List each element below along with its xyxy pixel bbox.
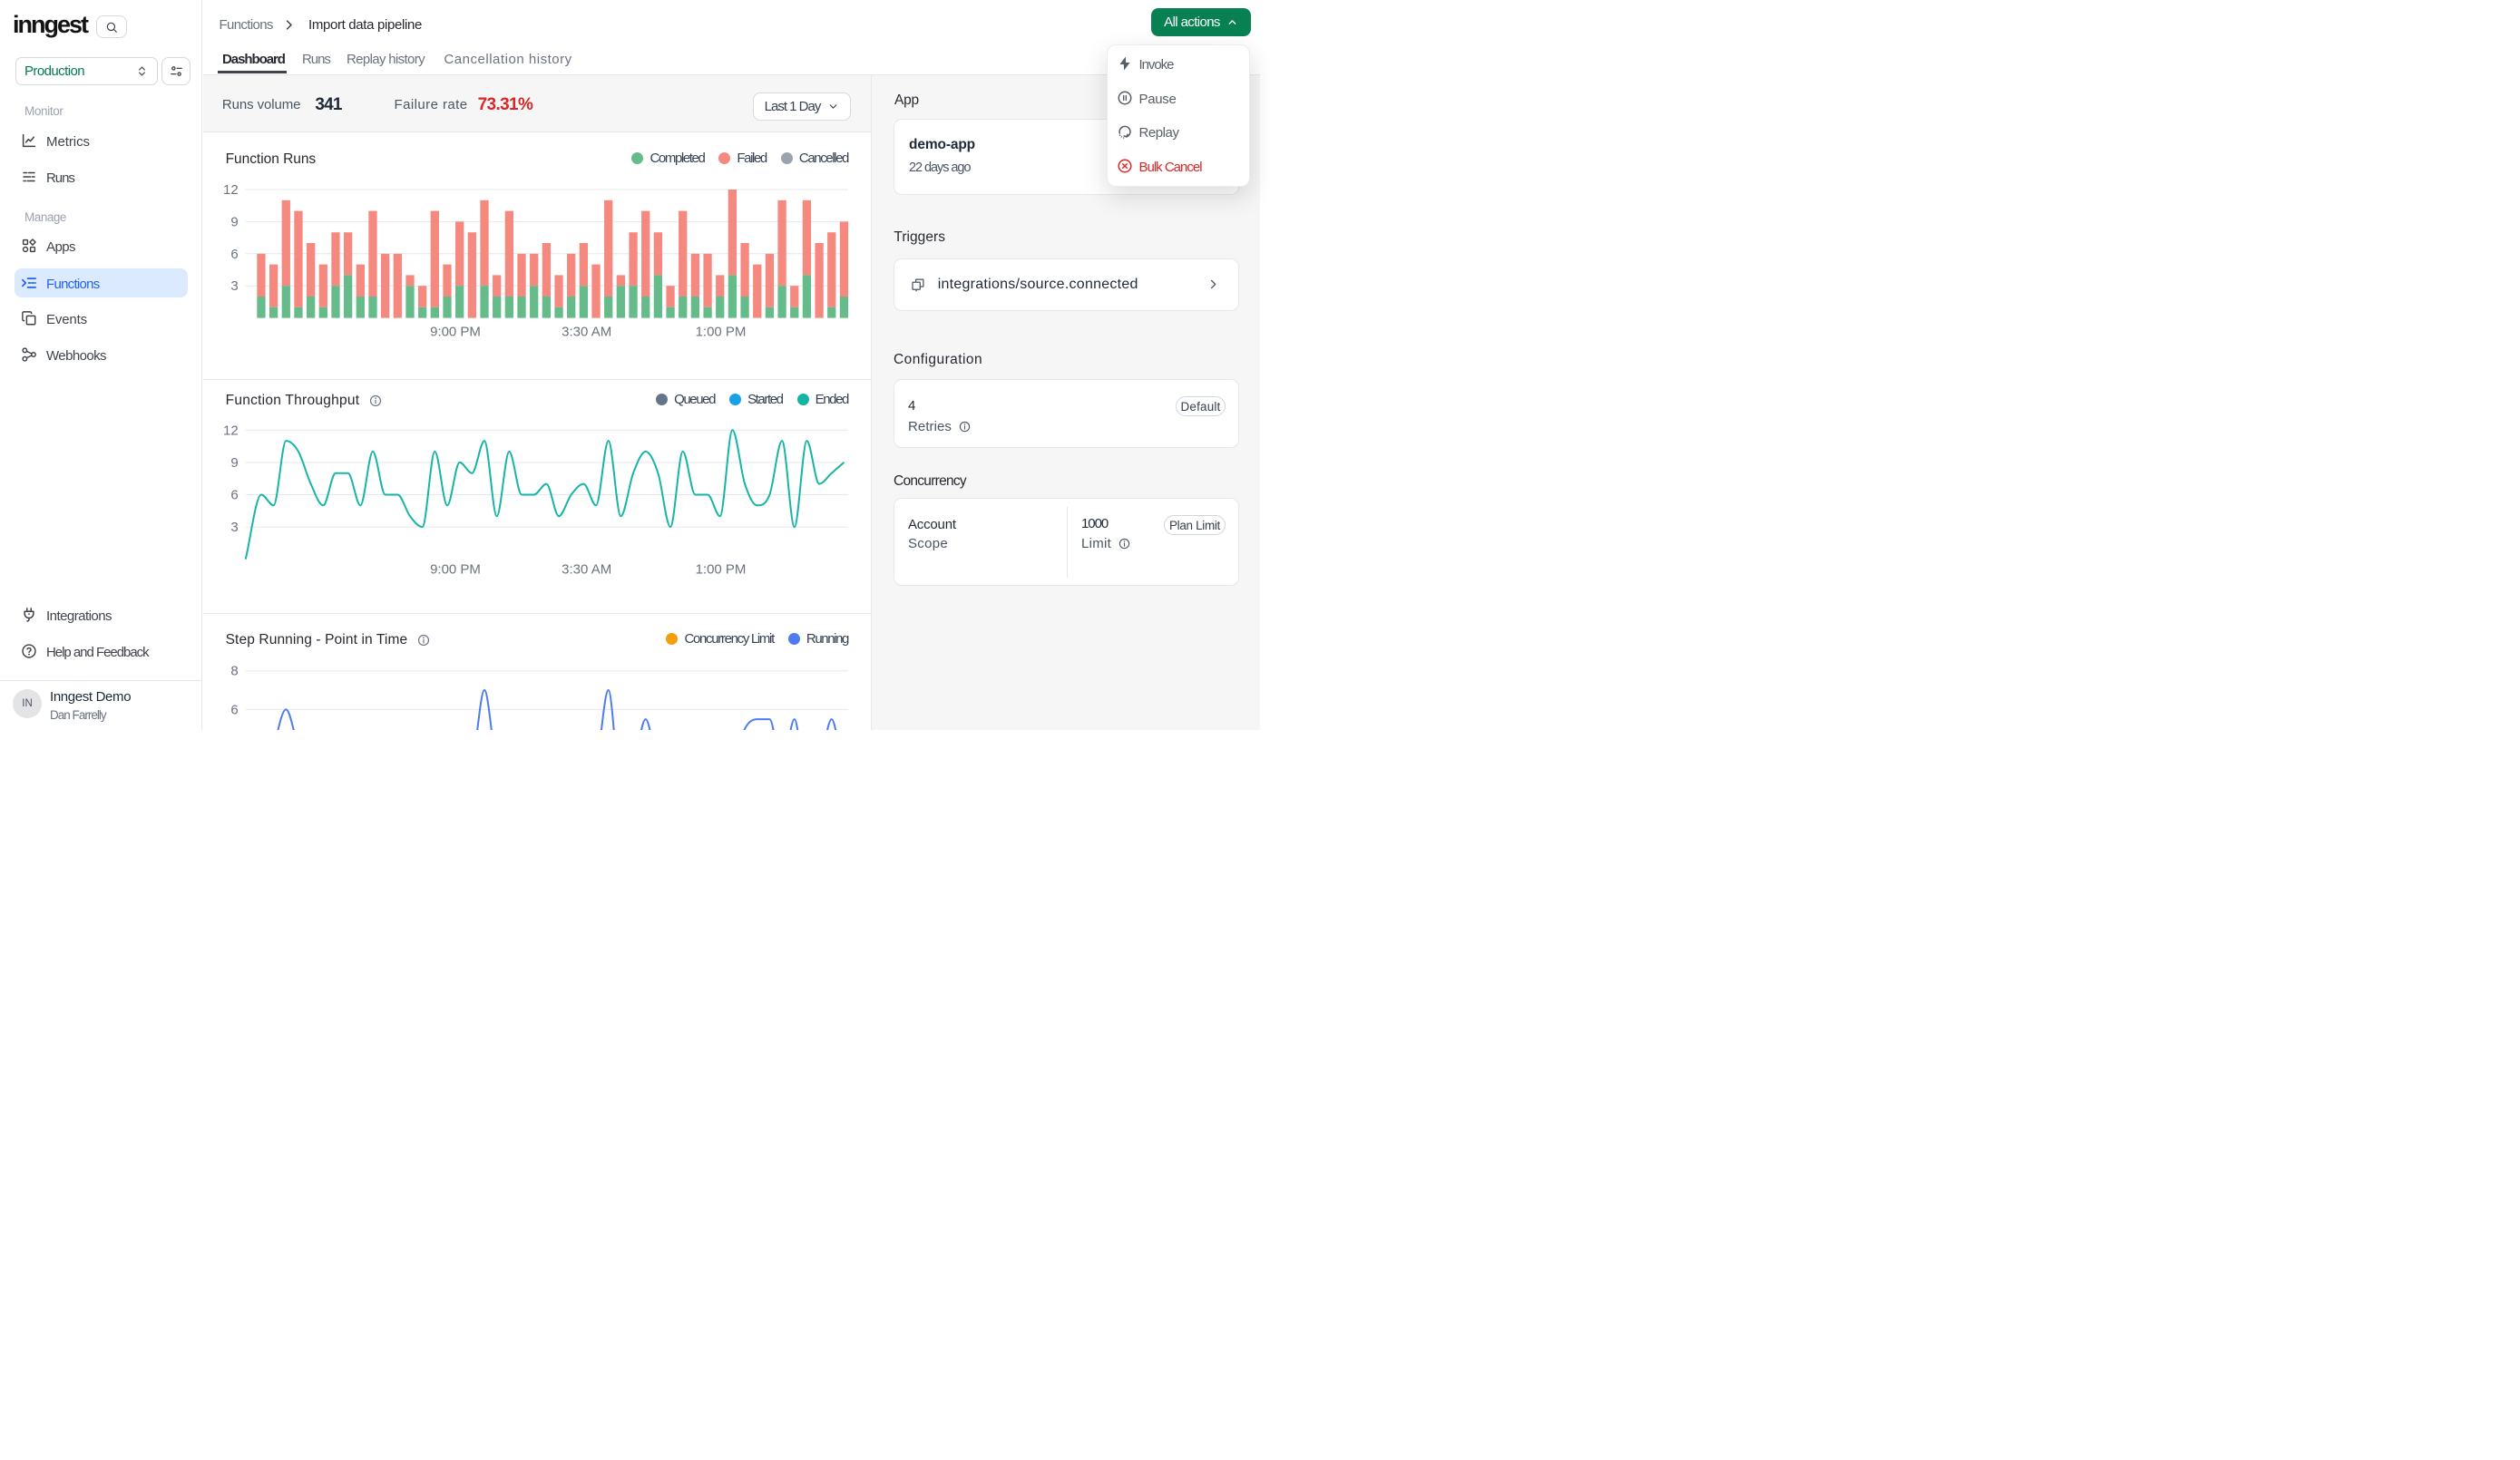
svg-text:12: 12: [223, 423, 239, 438]
svg-text:1:00 PM: 1:00 PM: [696, 561, 747, 577]
svg-text:6: 6: [230, 247, 238, 262]
svg-text:3: 3: [230, 520, 238, 535]
svg-text:8: 8: [230, 664, 238, 679]
svg-text:3:30 AM: 3:30 AM: [562, 325, 611, 340]
svg-text:6: 6: [230, 488, 238, 503]
svg-text:9: 9: [230, 455, 238, 471]
svg-text:9:00 PM: 9:00 PM: [430, 325, 481, 340]
svg-text:1:00 PM: 1:00 PM: [696, 325, 747, 340]
svg-text:6: 6: [230, 702, 238, 717]
svg-text:3:30 AM: 3:30 AM: [562, 561, 611, 577]
svg-text:9: 9: [230, 214, 238, 229]
svg-text:3: 3: [230, 278, 238, 294]
svg-text:12: 12: [223, 182, 239, 198]
svg-text:9:00 PM: 9:00 PM: [430, 561, 481, 577]
